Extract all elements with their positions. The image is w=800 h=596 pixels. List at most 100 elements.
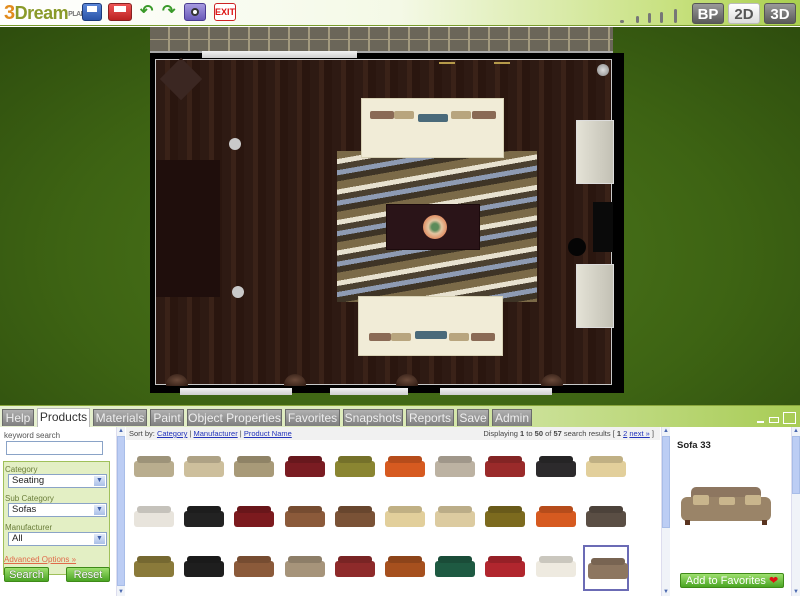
tab-object-properties[interactable]: Object Properties	[187, 409, 282, 426]
redo-icon[interactable]: ↷	[162, 3, 178, 21]
product-thumbnail[interactable]	[432, 445, 478, 491]
product-thumbnail[interactable]	[282, 495, 328, 541]
results-scrollbar[interactable]: ▲ ▼	[661, 427, 670, 596]
subcategory-select[interactable]: Sofas ▼	[8, 503, 107, 517]
sofa-image	[334, 461, 375, 477]
armchair-corner	[159, 57, 203, 101]
save-as-icon[interactable]	[108, 3, 132, 21]
product-thumbnail[interactable]	[131, 495, 177, 541]
sort-product-name-link[interactable]: Product Name	[244, 429, 292, 438]
app-logo: 3DreamPLAN	[4, 2, 86, 24]
view-3d-button[interactable]: 3D	[764, 3, 796, 24]
tab-help[interactable]: Help	[2, 409, 34, 426]
advanced-options-link[interactable]: Advanced Options »	[4, 555, 76, 564]
cabinet	[576, 120, 614, 184]
product-thumbnail[interactable]	[432, 495, 478, 541]
scroll-thumb[interactable]	[662, 436, 670, 528]
product-thumbnail[interactable]	[131, 545, 177, 591]
bottom-panel: Help Products Materials Paint Object Pro…	[0, 405, 800, 596]
restore-icon[interactable]	[769, 417, 779, 423]
product-thumbnail[interactable]	[533, 495, 579, 541]
sort-manufacturer-link[interactable]: Manufacturer	[194, 429, 238, 438]
sort-category-link[interactable]: Category	[157, 429, 187, 438]
product-thumbnail[interactable]	[282, 545, 328, 591]
view-bp-button[interactable]: BP	[692, 3, 724, 24]
product-thumbnail[interactable]	[533, 545, 579, 591]
scroll-thumb[interactable]	[792, 436, 800, 494]
product-thumbnail[interactable]	[582, 545, 629, 591]
manufacturer-select[interactable]: All ▼	[8, 532, 107, 546]
scroll-down-icon[interactable]: ▼	[662, 588, 670, 596]
product-thumbnail[interactable]	[382, 445, 428, 491]
product-thumbnail[interactable]	[231, 445, 277, 491]
product-thumbnail[interactable]	[583, 495, 629, 541]
sofa-image	[134, 561, 174, 577]
tab-products[interactable]: Products	[37, 408, 90, 428]
subcategory-label: Sub Category	[5, 494, 54, 503]
tab-save[interactable]: Save	[457, 409, 489, 426]
tab-materials[interactable]: Materials	[93, 409, 147, 426]
product-thumbnail[interactable]	[382, 495, 428, 541]
page-2-link[interactable]: 2	[623, 429, 627, 438]
product-thumbnail[interactable]	[231, 495, 277, 541]
add-to-favorites-button[interactable]: Add to Favorites ❤	[680, 573, 784, 588]
product-thumbnail[interactable]	[332, 445, 378, 491]
chevron-down-icon: ▼	[94, 505, 105, 515]
scroll-down-icon[interactable]: ▼	[792, 588, 800, 596]
sofa-image	[284, 461, 325, 477]
product-thumbnail[interactable]	[181, 445, 227, 491]
product-thumbnail[interactable]	[231, 545, 277, 591]
product-thumbnail[interactable]	[131, 445, 177, 491]
scroll-up-icon[interactable]: ▲	[662, 427, 670, 435]
exit-icon[interactable]: EXIT	[214, 3, 236, 21]
next-page-link[interactable]: next »	[629, 429, 649, 438]
product-thumbnail[interactable]	[482, 445, 528, 491]
product-thumbnail[interactable]	[332, 495, 378, 541]
product-thumbnail[interactable]	[583, 445, 629, 491]
search-button[interactable]: Search	[4, 567, 49, 582]
centerpiece	[423, 215, 447, 239]
sofa-image	[284, 561, 325, 577]
tab-snapshots[interactable]: Snapshots	[343, 409, 403, 426]
detail-scrollbar[interactable]: ▲ ▼	[791, 427, 800, 596]
floorplan-canvas[interactable]	[0, 27, 800, 405]
keyword-search-input[interactable]	[6, 441, 103, 455]
product-thumbnail[interactable]	[181, 495, 227, 541]
tab-admin[interactable]: Admin	[492, 409, 532, 426]
scroll-up-icon[interactable]: ▲	[117, 427, 125, 435]
reset-button[interactable]: Reset	[66, 567, 110, 582]
product-thumbnail[interactable]	[332, 545, 378, 591]
sofa-image	[535, 461, 576, 477]
window	[202, 51, 357, 58]
keyword-label: keyword search	[4, 431, 61, 440]
undo-icon[interactable]: ↶	[140, 3, 156, 21]
scroll-down-icon[interactable]: ▼	[117, 588, 125, 596]
search-scrollbar[interactable]: ▲ ▼	[116, 427, 125, 596]
product-thumbnail[interactable]	[482, 495, 528, 541]
product-thumbnail[interactable]	[533, 445, 579, 491]
tab-favorites[interactable]: Favorites	[285, 409, 340, 426]
category-select[interactable]: Seating ▼	[8, 474, 107, 488]
product-name: Sofa 33	[677, 440, 711, 451]
fan	[597, 64, 609, 76]
sofa-image	[535, 511, 576, 527]
maximize-icon[interactable]	[783, 412, 796, 424]
product-thumbnail[interactable]	[482, 545, 528, 591]
product-thumbnail[interactable]	[181, 545, 227, 591]
camera-icon[interactable]	[184, 3, 206, 21]
scroll-thumb[interactable]	[117, 436, 125, 586]
save-icon[interactable]	[82, 3, 102, 21]
tab-paint[interactable]: Paint	[150, 409, 184, 426]
tab-reports[interactable]: Reports	[406, 409, 454, 426]
sofa-image	[385, 511, 425, 527]
product-thumbnail[interactable]	[432, 545, 478, 591]
product-thumbnail[interactable]	[282, 445, 328, 491]
view-2d-button[interactable]: 2D	[728, 3, 760, 24]
sofa-image	[435, 561, 476, 577]
scroll-up-icon[interactable]: ▲	[792, 427, 800, 435]
sofa-top	[361, 98, 504, 158]
bench	[156, 160, 220, 297]
product-thumbnail[interactable]	[382, 545, 428, 591]
sofa-image	[134, 511, 174, 527]
minimize-icon[interactable]	[757, 421, 764, 423]
